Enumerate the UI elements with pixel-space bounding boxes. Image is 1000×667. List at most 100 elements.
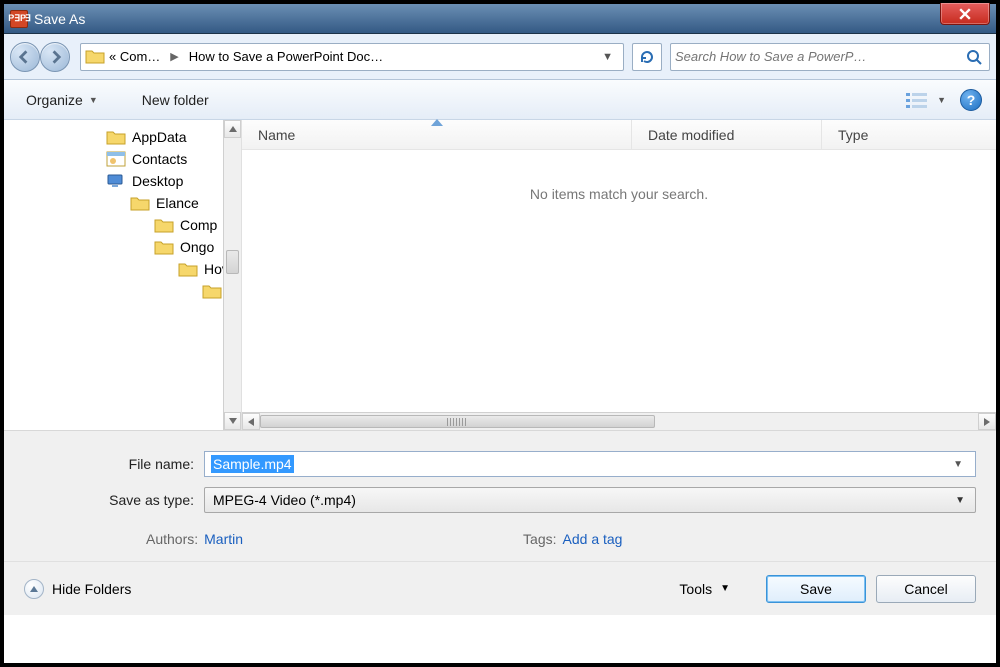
- close-icon: [959, 8, 971, 20]
- tools-label: Tools: [679, 581, 712, 597]
- arrow-left-icon: [18, 50, 32, 64]
- toolbar: Organize ▼ New folder ▼ ?: [4, 80, 996, 120]
- folder-icon: [85, 48, 105, 66]
- sort-indicator-icon: [431, 119, 443, 126]
- tree-item-label: Desktop: [132, 173, 183, 189]
- forward-button[interactable]: [40, 42, 70, 72]
- organize-button[interactable]: Organize ▼: [18, 88, 106, 112]
- chevron-down-icon: [229, 418, 237, 424]
- titlebar[interactable]: P∃ Save As: [4, 4, 996, 34]
- save-button[interactable]: Save: [766, 575, 866, 603]
- collapse-icon: [24, 579, 44, 599]
- new-folder-button[interactable]: New folder: [134, 88, 217, 112]
- address-bar[interactable]: « Com… ▶ How to Save a PowerPoint Doc… ▼: [80, 43, 624, 71]
- tree-item[interactable]: Comp: [4, 214, 241, 236]
- tree-item-label: AppData: [132, 129, 186, 145]
- tags-label: Tags:: [523, 531, 556, 547]
- scroll-thumb[interactable]: [260, 415, 655, 428]
- grip-icon: [447, 418, 467, 426]
- scroll-up-button[interactable]: [224, 120, 241, 138]
- view-mode-button[interactable]: ▼: [905, 91, 946, 109]
- column-label: Date modified: [648, 127, 734, 143]
- tree-item-label: Contacts: [132, 151, 187, 167]
- column-headers: Name Date modified Type: [242, 120, 996, 150]
- organize-label: Organize: [26, 92, 83, 108]
- back-button[interactable]: [10, 42, 40, 72]
- column-label: Name: [258, 127, 295, 143]
- content-area: AppData Contacts Desktop Elance Comp Ongo HovC…: [4, 120, 996, 430]
- search-icon[interactable]: [963, 49, 985, 65]
- tree-item-label: Elance: [156, 195, 199, 211]
- folder-icon: [106, 129, 126, 145]
- breadcrumb-segment[interactable]: How to Save a PowerPoint Doc…: [185, 44, 387, 70]
- powerpoint-icon: P∃: [10, 10, 28, 28]
- tree-item[interactable]: Hov: [4, 258, 241, 280]
- tree-item[interactable]: AppData: [4, 126, 241, 148]
- file-list-pane: Name Date modified Type No items match y…: [242, 120, 996, 430]
- savetype-select[interactable]: MPEG-4 Video (*.mp4) ▼: [204, 487, 976, 513]
- arrow-right-icon: [48, 50, 62, 64]
- search-box[interactable]: [670, 43, 990, 71]
- column-date[interactable]: Date modified: [632, 120, 822, 149]
- savetype-value: MPEG-4 Video (*.mp4): [213, 492, 356, 508]
- save-as-dialog: P∃ Save As « Com… ▶ How to Save a PowerP…: [0, 0, 1000, 667]
- view-icon: [905, 91, 929, 109]
- save-form: File name: Sample.mp4 ▼ Save as type: MP…: [4, 430, 996, 561]
- tools-button[interactable]: Tools ▼: [679, 581, 730, 597]
- column-type[interactable]: Type: [822, 120, 996, 149]
- chevron-right-icon[interactable]: ▶: [164, 50, 184, 63]
- nav-bar: « Com… ▶ How to Save a PowerPoint Doc… ▼: [4, 34, 996, 80]
- tree-item[interactable]: C: [4, 280, 241, 302]
- tree-item[interactable]: Elance: [4, 192, 241, 214]
- tags-value[interactable]: Add a tag: [563, 531, 623, 547]
- folder-icon: [106, 151, 126, 167]
- column-name[interactable]: Name: [242, 120, 632, 149]
- empty-message: No items match your search.: [242, 150, 996, 412]
- tree-item[interactable]: Ongo: [4, 236, 241, 258]
- cancel-button[interactable]: Cancel: [876, 575, 976, 603]
- scroll-right-button[interactable]: [978, 413, 996, 430]
- chevron-down-icon[interactable]: ▼: [947, 459, 969, 470]
- close-button[interactable]: [940, 3, 990, 25]
- search-input[interactable]: [675, 49, 963, 64]
- scroll-thumb[interactable]: [226, 250, 239, 274]
- horizontal-scrollbar[interactable]: [242, 412, 996, 430]
- folder-icon: [202, 283, 222, 299]
- savetype-label: Save as type:: [24, 492, 204, 508]
- folder-icon: [178, 261, 198, 277]
- tree-item[interactable]: Contacts: [4, 148, 241, 170]
- authors-value[interactable]: Martin: [204, 531, 243, 547]
- filename-input[interactable]: Sample.mp4 ▼: [204, 451, 976, 477]
- refresh-button[interactable]: [632, 43, 662, 71]
- chevron-right-icon: [984, 418, 990, 426]
- tree-scrollbar[interactable]: [223, 120, 241, 430]
- filename-value: Sample.mp4: [211, 455, 294, 473]
- save-label: Save: [800, 581, 832, 597]
- chevron-down-icon: ▼: [89, 95, 98, 105]
- chevron-down-icon: ▼: [937, 95, 946, 105]
- folder-icon: [154, 217, 174, 233]
- chevron-left-icon: [248, 418, 254, 426]
- address-dropdown[interactable]: ▼: [596, 51, 619, 63]
- refresh-icon: [639, 49, 655, 65]
- filename-label: File name:: [24, 456, 204, 472]
- dialog-bottom-bar: Hide Folders Tools ▼ Save Cancel: [4, 561, 996, 615]
- chevron-down-icon: ▼: [720, 583, 730, 594]
- scroll-left-button[interactable]: [242, 413, 260, 430]
- hide-folders-label: Hide Folders: [52, 581, 131, 597]
- window-title: Save As: [34, 11, 85, 27]
- chevron-down-icon: ▼: [953, 495, 967, 506]
- folder-tree[interactable]: AppData Contacts Desktop Elance Comp Ongo HovC: [4, 120, 242, 430]
- cancel-label: Cancel: [904, 581, 948, 597]
- breadcrumb-segment[interactable]: « Com…: [105, 44, 164, 70]
- folder-icon: [106, 173, 126, 189]
- hide-folders-button[interactable]: Hide Folders: [24, 579, 131, 599]
- new-folder-label: New folder: [142, 92, 209, 108]
- help-button[interactable]: ?: [960, 89, 982, 111]
- chevron-up-icon: [229, 126, 237, 132]
- column-label: Type: [838, 127, 868, 143]
- tree-item-label: Ongo: [180, 239, 214, 255]
- scroll-down-button[interactable]: [224, 412, 241, 430]
- folder-icon: [130, 195, 150, 211]
- tree-item[interactable]: Desktop: [4, 170, 241, 192]
